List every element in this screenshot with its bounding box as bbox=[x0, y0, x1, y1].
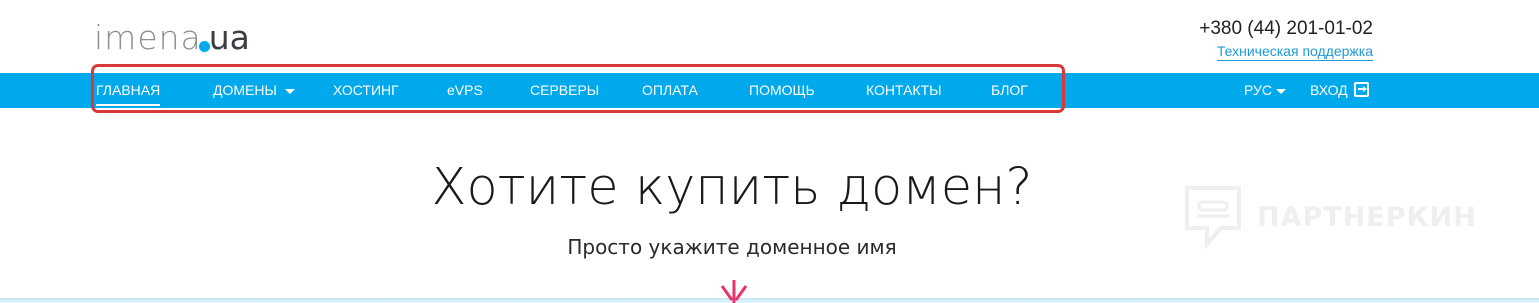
nav-item-label: ПОМОЩЬ bbox=[749, 82, 815, 98]
logo[interactable]: imena ua bbox=[94, 14, 250, 54]
nav-item-contacts[interactable]: КОНТАКТЫ bbox=[866, 73, 942, 108]
nav-item-evps[interactable]: eVPS bbox=[447, 73, 483, 108]
nav-item-payment[interactable]: ОПЛАТА bbox=[642, 73, 698, 108]
shield-icon bbox=[1185, 186, 1241, 250]
nav-item-domains[interactable]: ДОМЕНЫ bbox=[213, 73, 295, 108]
nav-item-label: ДОМЕНЫ bbox=[213, 82, 277, 98]
login-button[interactable]: ВХОД bbox=[1310, 73, 1369, 108]
nav-item-label: ОПЛАТА bbox=[642, 82, 698, 98]
phone-number[interactable]: +380 (44) 201-01-02 bbox=[1199, 18, 1373, 40]
burst-icon bbox=[720, 280, 748, 303]
nav-item-home[interactable]: ГЛАВНАЯ bbox=[96, 73, 161, 108]
nav-item-label: ХОСТИНГ bbox=[333, 82, 399, 98]
nav-item-hosting[interactable]: ХОСТИНГ bbox=[333, 73, 399, 108]
watermark: ПАРТНЕРКИН bbox=[1183, 184, 1477, 250]
caret-down-icon bbox=[284, 88, 295, 94]
support-link[interactable]: Техническая поддержка bbox=[1216, 43, 1373, 61]
nav-item-help[interactable]: ПОМОЩЬ bbox=[749, 73, 815, 108]
language-label: РУС bbox=[1244, 82, 1273, 98]
caret-down-icon bbox=[1276, 88, 1287, 94]
nav-item-label: СЕРВЕРЫ bbox=[530, 82, 600, 98]
language-selector[interactable]: РУС bbox=[1244, 73, 1287, 108]
nav-item-label: КОНТАКТЫ bbox=[866, 82, 942, 98]
nav-item-label: БЛОГ bbox=[991, 82, 1028, 98]
nav-item-label: eVPS bbox=[447, 82, 483, 98]
logo-name: imena bbox=[94, 18, 202, 57]
watermark-text: ПАРТНЕРКИН bbox=[1257, 201, 1477, 233]
logo-tld: ua bbox=[208, 18, 250, 57]
search-section-edge bbox=[0, 298, 1539, 303]
nav-item-label: ГЛАВНАЯ bbox=[96, 82, 161, 106]
nav-item-servers[interactable]: СЕРВЕРЫ bbox=[530, 73, 599, 108]
header-contact: +380 (44) 201-01-02 Техническая поддержк… bbox=[1199, 18, 1373, 61]
nav-item-blog[interactable]: БЛОГ bbox=[991, 73, 1028, 108]
login-label: ВХОД bbox=[1310, 82, 1348, 98]
login-icon bbox=[1353, 82, 1369, 98]
main-navbar: ГЛАВНАЯ ДОМЕНЫ ХОСТИНГ eVPS СЕРВЕРЫ ОПЛА… bbox=[0, 73, 1539, 108]
